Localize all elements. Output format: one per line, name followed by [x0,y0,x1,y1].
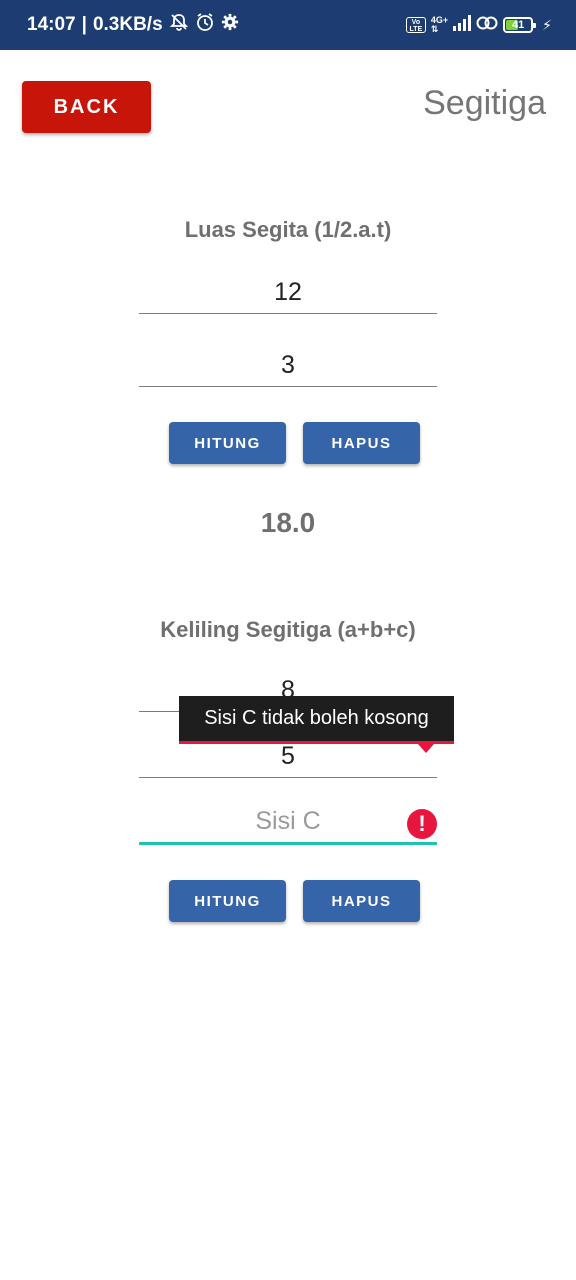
alarm-icon [195,12,215,38]
alas-input[interactable]: 12 [139,264,437,314]
hotspot-link-icon [476,15,498,36]
separator: | [81,14,87,35]
luas-hapus-button[interactable]: HAPUS [303,422,420,464]
error-tooltip: Sisi C tidak boleh kosong [179,696,454,744]
luas-result: 18.0 [260,507,316,538]
battery-icon: 41 [503,17,537,33]
bell-off-icon [169,12,189,38]
status-right: Vo LTE 4G+ ⇅ 41 ⚡ [405,0,552,50]
error-icon: ! [407,809,437,839]
status-left: 14:07 | 0.3KB/s [27,0,239,50]
tooltip-pointer [418,744,434,753]
tinggi-input[interactable]: 3 [139,337,437,387]
charging-icon: ⚡ [542,16,552,33]
signal-icon [453,14,472,36]
keliling-hapus-button[interactable]: HAPUS [303,880,420,922]
keliling-section-title: Keliling Segitiga (a+b+c) [160,617,416,642]
sisi-c-input[interactable]: Sisi C [139,795,437,845]
battery-level: 41 [512,19,525,31]
data-arrows-icon: ⇅ [430,24,439,34]
keliling-hitung-button[interactable]: HITUNG [169,880,286,922]
page-title: Segitiga [423,84,546,122]
luas-hitung-button[interactable]: HITUNG [169,422,286,464]
back-button[interactable]: BACK [22,81,151,133]
status-bar: 14:07 | 0.3KB/s Vo LTE 4G+ ⇅ 41 ⚡ [0,0,576,50]
luas-section-title: Luas Segita (1/2.a.t) [184,217,392,242]
network-speed: 0.3KB/s [92,14,163,35]
network-type: 4G+ ⇅ [431,16,448,34]
gear-icon [221,13,239,37]
clock: 14:07 [27,14,76,35]
volte-icon: Vo LTE [405,17,426,33]
